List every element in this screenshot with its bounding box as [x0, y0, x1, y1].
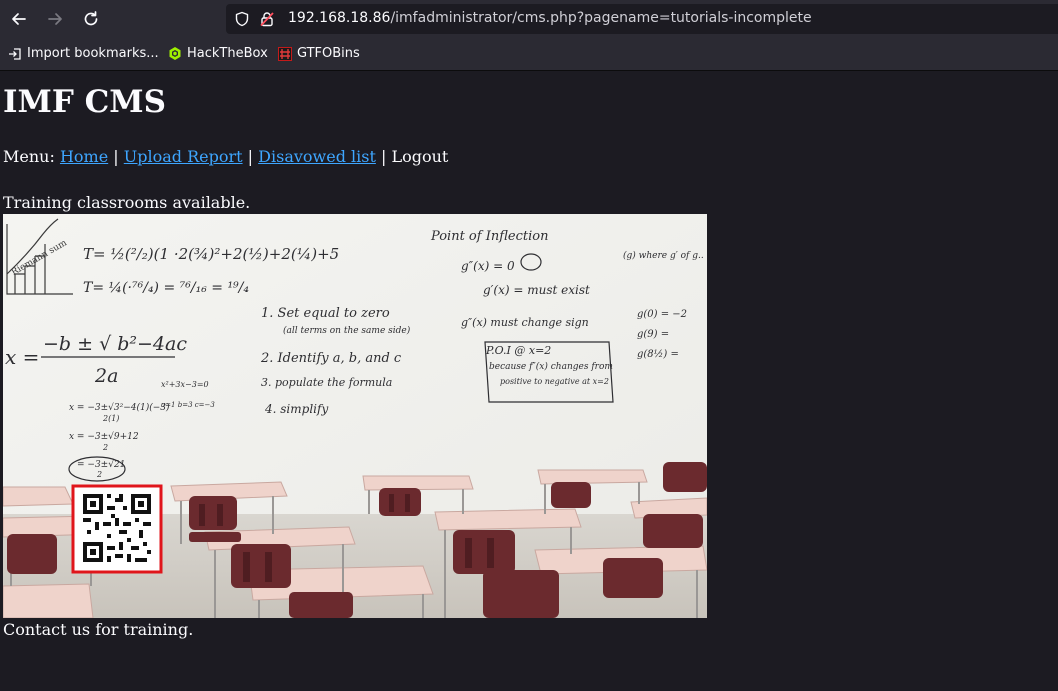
menu-link-home[interactable]: Home: [60, 147, 108, 166]
board-text: x =: [5, 345, 39, 369]
shield-icon[interactable]: [234, 11, 250, 27]
board-text: (all terms on the same side): [283, 325, 411, 336]
board-text: x = −3±√3²−4(1)(−3): [69, 402, 170, 413]
import-icon: [9, 47, 21, 60]
board-text: −b ± √ b²−4ac: [43, 333, 187, 355]
board-text: 2: [102, 443, 108, 452]
page-title: IMF CMS: [3, 84, 166, 120]
menu-separator: |: [247, 147, 254, 166]
board-text: (g) where g′ of g..: [623, 250, 704, 261]
bookmark-label: HackTheBox: [187, 46, 268, 61]
board-text: T= ½(²/₂)(1 ·2(¾)²+2(½)+2(¼)+5: [83, 245, 339, 263]
board-text: g″(x) = 0: [461, 259, 515, 273]
address-bar[interactable]: 192.168.18.86/imfadministrator/cms.php?p…: [226, 4, 1058, 34]
browser-toolbar: 192.168.18.86/imfadministrator/cms.php?p…: [0, 0, 1058, 38]
bookmarks-toolbar: Import bookmarks... HackTheBox GTFOBins: [0, 38, 1058, 71]
qr-code: [71, 484, 163, 574]
classroom-image: Riemann sum T= ½(²/₂)(1 ·2(¾)²+2(½)+2(¼)…: [3, 214, 707, 618]
arrow-right-icon: [48, 13, 62, 25]
board-text: Point of Inflection: [430, 229, 548, 244]
menu-prefix: Menu:: [3, 147, 55, 166]
board-text: x = −3±√9+12: [69, 431, 139, 442]
url-path: /imfadministrator/cms.php?pagename=tutor…: [390, 10, 812, 26]
bookmark-label: GTFOBins: [297, 46, 360, 61]
main-menu: Menu: Home | Upload Report | Disavowed l…: [3, 147, 448, 167]
classroom-illustration: Riemann sum T= ½(²/₂)(1 ·2(¾)²+2(½)+2(¼)…: [3, 214, 707, 618]
bookmark-gtfobins[interactable]: GTFOBins: [278, 46, 360, 61]
board-text: 2. Identify a, b, and c: [260, 351, 402, 366]
board-text: 2: [96, 470, 102, 479]
url-text[interactable]: 192.168.18.86/imfadministrator/cms.php?p…: [288, 10, 812, 26]
board-text: g(9) =: [637, 329, 669, 340]
board-text: g′(x) = must exist: [483, 283, 590, 297]
gtfobins-icon: [278, 46, 292, 61]
menu-link-upload-report[interactable]: Upload Report: [124, 147, 243, 166]
back-button[interactable]: [6, 7, 32, 31]
board-text: 3. populate the formula: [261, 376, 392, 389]
board-text: because f″(x) changes from: [489, 361, 613, 372]
bookmark-hackthebox[interactable]: HackTheBox: [168, 46, 268, 61]
bookmark-import[interactable]: Import bookmarks...: [8, 46, 159, 61]
board-text: g(0) = −2: [637, 309, 687, 320]
menu-logout: Logout: [391, 147, 449, 166]
board-text: 2a: [94, 365, 118, 387]
intro-text: Training classrooms available.: [3, 193, 251, 212]
menu-link-disavowed-list[interactable]: Disavowed list: [258, 147, 376, 166]
reload-button[interactable]: [78, 7, 104, 31]
forward-button[interactable]: [42, 7, 68, 31]
board-text: x²+3x−3=0: [161, 380, 209, 389]
insecure-lock-icon[interactable]: [259, 11, 275, 27]
board-text: 1. Set equal to zero: [261, 306, 390, 321]
reload-icon: [84, 11, 98, 26]
menu-separator: |: [113, 147, 119, 166]
board-text: 4. simplify: [264, 402, 328, 416]
board-text: 2(1): [102, 414, 119, 423]
board-text: T= ¼(·⁷⁶/₄) = ⁷⁶/₁₆ = ¹⁹/₄: [83, 280, 249, 296]
arrow-left-icon: [12, 13, 26, 25]
board-text: positive to negative at x=2: [500, 377, 609, 386]
board-text: g″(x) must change sign: [461, 316, 589, 329]
bookmark-label: Import bookmarks...: [27, 46, 159, 61]
url-host: 192.168.18.86: [288, 10, 391, 26]
board-text: g(8½) =: [637, 349, 679, 360]
menu-separator: |: [380, 147, 387, 166]
hackthebox-icon: [169, 47, 181, 60]
page-content: IMF CMS Menu: Home | Upload Report | Dis…: [3, 71, 1058, 691]
board-text: P.O.I @ x=2: [485, 344, 551, 357]
contact-text: Contact us for training.: [3, 620, 194, 639]
